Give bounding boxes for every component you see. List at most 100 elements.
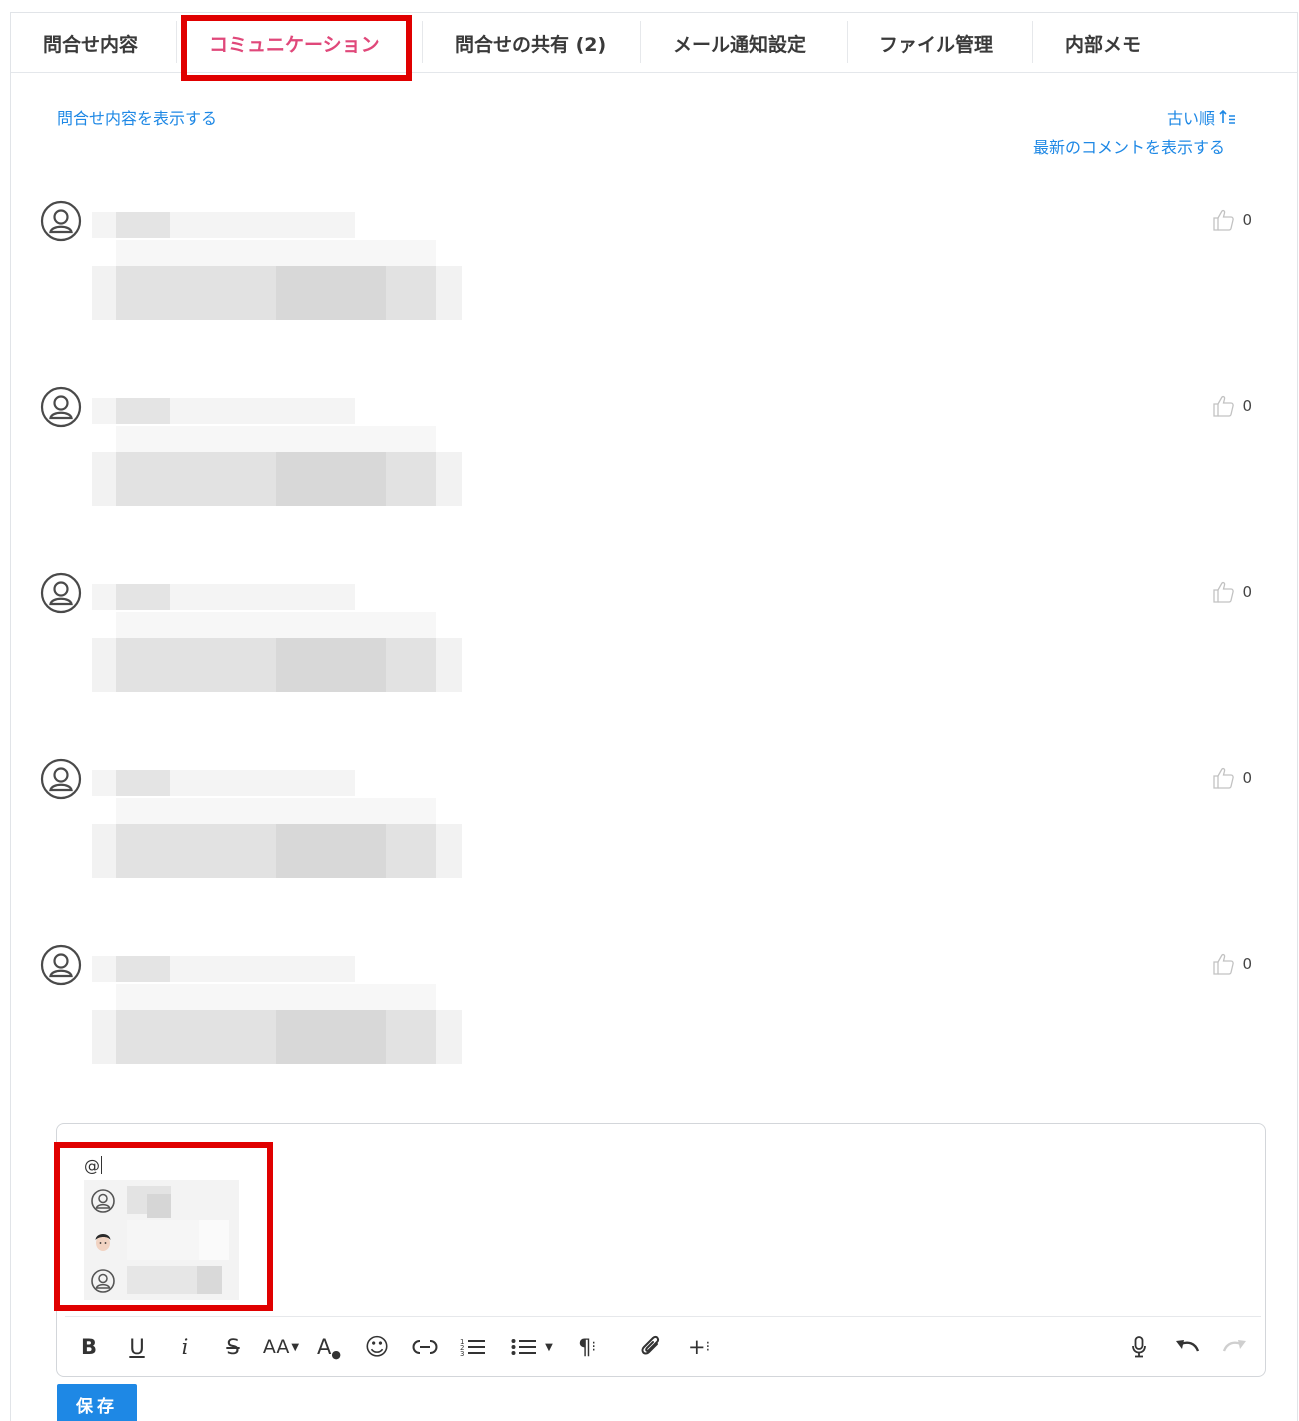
tab-bar: 問合せ内容 コミュニケーション 問合せの共有 (2) メール通知設定 ファイル管… [11,13,1297,73]
bullet-list-icon [511,1339,537,1355]
tab-divider [847,21,848,63]
user-avatar-icon [40,572,82,614]
font-size-button[interactable]: AA ▼ [257,1331,305,1363]
mention-option[interactable] [84,1260,239,1300]
mention-dropdown [84,1180,239,1300]
link-button[interactable] [409,1331,441,1363]
user-placeholder-icon [91,1189,115,1213]
like-button[interactable]: 0 [1212,952,1252,976]
caret-down-icon: ▼ [291,1341,300,1353]
ordered-list-button[interactable]: 1 2 3 [457,1331,489,1363]
like-count: 0 [1242,583,1252,601]
blurred-name [197,1266,222,1294]
tab-divider [176,21,177,63]
mention-option[interactable] [84,1180,239,1220]
thumbs-up-icon [1213,209,1235,231]
editor-input[interactable]: @ [84,1156,102,1175]
show-latest-link[interactable]: 最新のコメントを表示する [1033,134,1225,158]
microphone-button[interactable] [1123,1331,1155,1363]
blurred-body [116,612,436,638]
tab-internal-memo[interactable]: 内部メモ [1065,13,1141,73]
tab-sharing[interactable]: 問合せの共有 (2) [455,13,606,73]
blurred-body [276,1010,386,1064]
like-count: 0 [1242,397,1252,415]
sort-ascending-icon [1219,109,1236,124]
comment-editor[interactable]: @ B U i S AA ▼ A ● ☺ 1 2 3 ▼ ¶ ⁝ + ⁝ [56,1123,1266,1377]
redo-button[interactable] [1219,1331,1251,1363]
color-drop-icon: ● [331,1347,341,1361]
like-button[interactable]: 0 [1212,394,1252,418]
tab-file-management[interactable]: ファイル管理 [879,13,993,73]
italic-button[interactable]: i [169,1331,201,1363]
blurred-body [116,240,436,266]
user-avatar-icon [40,200,82,242]
text-color-button[interactable]: A ● [313,1331,345,1363]
undo-button[interactable] [1171,1331,1203,1363]
user-avatar-icon [40,386,82,428]
tab-divider [1032,21,1033,63]
caret-down-icon: ▼ [545,1341,553,1353]
ordered-list-icon: 1 2 3 [460,1338,485,1357]
blurred-author [116,956,170,982]
blurred-body [116,984,436,1010]
redo-icon [1222,1340,1246,1352]
tab-inquiry[interactable]: 問合せ内容 [43,13,138,73]
editor-toolbar: B U i S AA ▼ A ● ☺ 1 2 3 ▼ ¶ ⁝ + ⁝ [65,1316,1261,1376]
strikethrough-button[interactable]: S [217,1331,249,1363]
sort-order-link[interactable]: 古い順 [1167,105,1238,129]
like-button[interactable]: 0 [1212,766,1252,790]
tab-divider [422,21,423,63]
underline-button[interactable]: U [121,1331,153,1363]
blurred-body [276,638,386,692]
insert-label: + [687,1335,706,1359]
more-dots-icon: ⁝ [705,1339,711,1355]
user-photo [95,1234,111,1251]
svg-text:3: 3 [460,1350,464,1357]
blurred-author [116,212,170,238]
blurred-body [276,266,386,320]
thumbs-up-icon [1213,953,1235,975]
text-color-label: A [317,1335,332,1359]
comment-item: 0 [40,572,1260,722]
paragraph-format-button[interactable]: ¶ ⁝ [571,1331,603,1363]
thumbs-up-icon [1213,395,1235,417]
tab-communication[interactable]: コミュニケーション [209,13,380,73]
show-inquiry-link[interactable]: 問合せ内容を表示する [57,105,217,129]
attach-icon [641,1335,660,1355]
more-dots-icon: ⁝ [591,1339,596,1355]
mention-option[interactable] [84,1220,239,1260]
like-count: 0 [1242,955,1252,973]
bold-button[interactable]: B [73,1331,105,1363]
blurred-body [276,452,386,506]
comment-item: 0 [40,200,1260,350]
blurred-author [116,584,170,610]
user-avatar-icon [40,944,82,986]
attach-button[interactable] [635,1331,667,1363]
blurred-name [147,1194,171,1218]
blurred-body [276,824,386,878]
text-caret [101,1156,102,1174]
like-button[interactable]: 0 [1212,208,1252,232]
like-count: 0 [1242,211,1252,229]
editor-text-value: @ [84,1156,100,1175]
insert-more-button[interactable]: + ⁝ [683,1331,715,1363]
emoji-button[interactable]: ☺ [361,1331,393,1363]
blurred-body [116,798,436,824]
save-button[interactable]: 保存 [57,1384,137,1421]
tab-divider [640,21,641,63]
unordered-list-button[interactable]: ▼ [505,1331,559,1363]
sort-order-label: 古い順 [1167,109,1216,128]
blurred-author [116,398,170,424]
like-button[interactable]: 0 [1212,580,1252,604]
tab-mail-notification[interactable]: メール通知設定 [673,13,806,73]
mic-icon [1132,1336,1146,1358]
thumbs-up-icon [1213,767,1235,789]
font-size-label: AA [262,1336,290,1358]
user-avatar-icon [40,758,82,800]
blurred-body [116,426,436,452]
blurred-author [116,770,170,796]
like-count: 0 [1242,769,1252,787]
comment-item: 0 [40,758,1260,908]
comment-item: 0 [40,944,1260,1094]
comment-item: 0 [40,386,1260,536]
